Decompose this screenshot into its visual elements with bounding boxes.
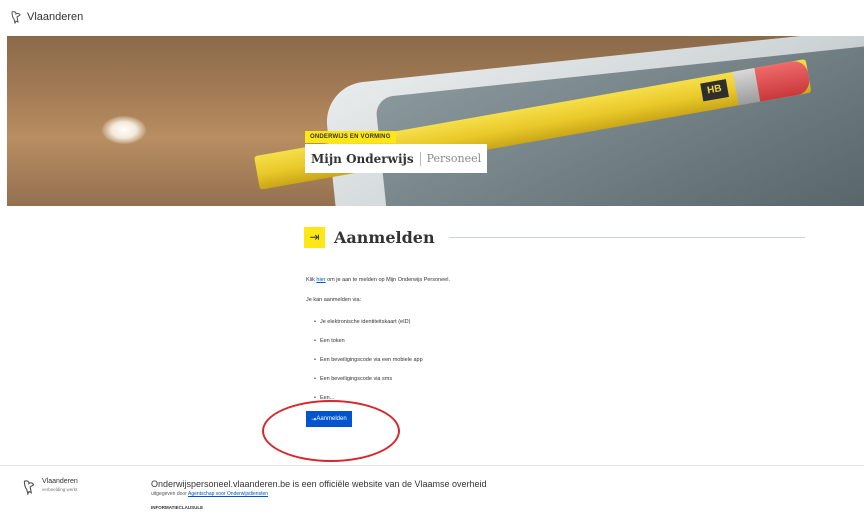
publisher-link[interactable]: Agentschap voor Onderwijsdiensten (188, 491, 268, 497)
methods-label: Je kan aanmelden via: (306, 297, 362, 303)
footer-publisher: uitgegeven door Agentschap voor Onderwij… (151, 491, 269, 497)
vlaanderen-lion-icon (23, 480, 35, 495)
hero-banner: HB (7, 36, 864, 206)
list-item: Je elektronische identiteitskaart (eID) (314, 317, 423, 336)
heading-divider (448, 236, 805, 238)
footer-title: Onderwijspersoneel.vlaanderen.be is een … (151, 479, 487, 489)
hero-title-divider (419, 151, 421, 166)
login-intro: Klik hier om je aan te melden op Mijn On… (306, 277, 450, 283)
login-here-link[interactable]: hier (316, 277, 325, 283)
footer-brand: Vlaanderen (42, 478, 78, 485)
login-section: ⇥ Aanmelden Klik hier om je aan te melde… (300, 220, 805, 427)
highlight-annotation (262, 400, 400, 462)
list-item: Een beveiligingscode via sms (314, 374, 423, 393)
footer: Vlaanderen verbeelding werkt Onderwijspe… (0, 465, 864, 515)
login-icon: ⇥ (304, 226, 325, 248)
lamp-glow (102, 116, 146, 144)
list-item: Een token (314, 336, 423, 355)
hero-title-sub: Personeel (426, 152, 482, 165)
login-heading-row: ⇥ Aanmelden (300, 220, 805, 254)
footer-tagline: verbeelding werkt (42, 487, 78, 492)
page-title: Aanmelden (334, 227, 435, 247)
list-item: Een beveiligingscode via een mobiele app (314, 355, 423, 374)
pencil-label: HB (700, 79, 729, 102)
top-bar: Vlaanderen (0, 0, 864, 36)
hero-title-main: Mijn Onderwijs (311, 151, 414, 166)
hero-badge: ONDERWIJS EN VORMING (305, 131, 396, 143)
login-methods-list: Je elektronische identiteitskaart (eID) … (314, 317, 423, 412)
info-clause-label[interactable]: INFORMATIECLAUSULE (151, 505, 203, 510)
hero-title: Mijn Onderwijs Personeel (305, 144, 488, 173)
brand-name[interactable]: Vlaanderen (27, 11, 83, 23)
vlaanderen-lion-icon[interactable] (9, 10, 23, 24)
